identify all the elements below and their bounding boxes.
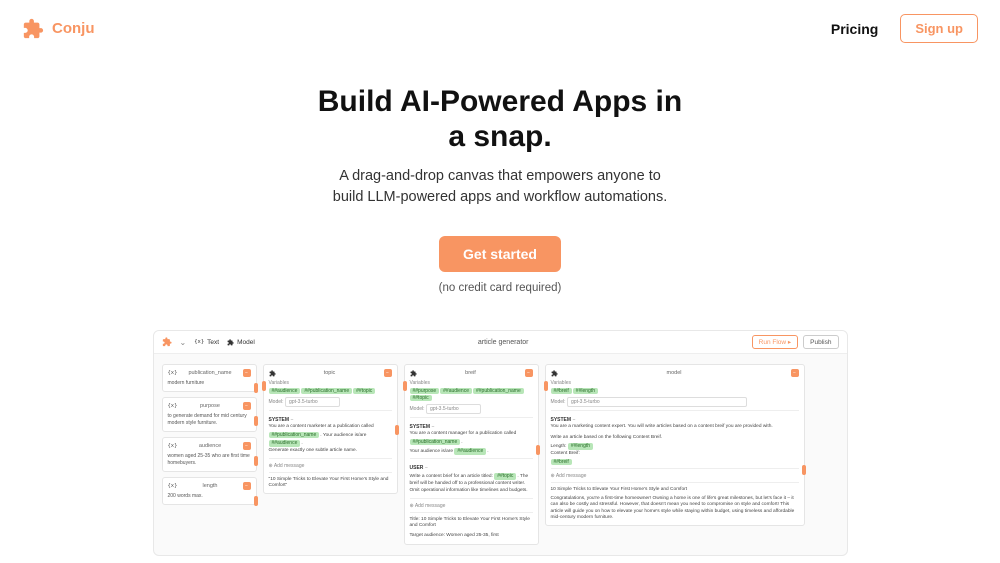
text-tool[interactable]: {x}Text (194, 339, 219, 346)
project-title: article generator (255, 339, 752, 346)
close-icon[interactable]: − (243, 482, 251, 490)
puzzle-icon (410, 370, 417, 377)
no-credit-card-text: (no credit card required) (0, 282, 1000, 294)
canvas-preview: ⌄ {x}Text Model article generator Run Fl… (153, 330, 848, 556)
get-started-button[interactable]: Get started (439, 236, 561, 272)
add-message[interactable]: Add message (269, 463, 392, 469)
pricing-link[interactable]: Pricing (831, 21, 878, 37)
close-icon[interactable]: − (525, 369, 533, 377)
puzzle-icon (551, 370, 558, 377)
var-card-length[interactable]: {x}length− 200 words max. (162, 477, 257, 505)
signup-button[interactable]: Sign up (900, 14, 978, 43)
add-message[interactable]: Add message (551, 473, 799, 479)
model-select[interactable]: gpt-3.5-turbo (567, 397, 747, 407)
close-icon[interactable]: − (791, 369, 799, 377)
close-icon[interactable]: − (243, 442, 251, 450)
canvas-body[interactable]: {x}publication_name− modern furniture {x… (154, 354, 847, 555)
hero: Build AI-Powered Apps in a snap. A drag-… (0, 57, 1000, 312)
node-brief[interactable]: breif− Variables ##purpose##audience##pu… (404, 364, 539, 545)
close-icon[interactable]: − (243, 369, 251, 377)
hero-title: Build AI-Powered Apps in a snap. (0, 85, 1000, 154)
brand-name: Conju (52, 20, 95, 37)
puzzle-icon (162, 337, 172, 347)
close-icon[interactable]: − (384, 369, 392, 377)
var-card-publication[interactable]: {x}publication_name− modern furniture (162, 364, 257, 392)
var-card-purpose[interactable]: {x}purpose− to generate demand for mid c… (162, 397, 257, 432)
node-topic[interactable]: topic− Variables ##audience##publication… (263, 364, 398, 494)
close-icon[interactable]: − (243, 402, 251, 410)
publish-button[interactable]: Publish (803, 335, 838, 349)
chevron-down-icon[interactable]: ⌄ (180, 338, 187, 347)
canvas-toolbar: ⌄ {x}Text Model article generator Run Fl… (154, 331, 847, 354)
node-model[interactable]: model− Variables ##breif##length Model: … (545, 364, 805, 526)
model-tool[interactable]: Model (227, 339, 255, 346)
header: Conju Pricing Sign up (0, 0, 1000, 57)
model-select[interactable]: gpt-3.5-turbo (426, 404, 481, 414)
puzzle-icon (269, 370, 276, 377)
var-card-audience[interactable]: {x}audience− women aged 25-35 who are fi… (162, 437, 257, 472)
model-select[interactable]: gpt-3.5-turbo (285, 397, 340, 407)
logo[interactable]: Conju (22, 18, 95, 40)
puzzle-icon (22, 18, 44, 40)
hero-subtitle: A drag-and-drop canvas that empowers any… (0, 166, 1000, 208)
nav-right: Pricing Sign up (831, 14, 978, 43)
run-flow-button[interactable]: Run Flow ▸ (752, 335, 799, 349)
add-message[interactable]: Add message (410, 503, 533, 509)
